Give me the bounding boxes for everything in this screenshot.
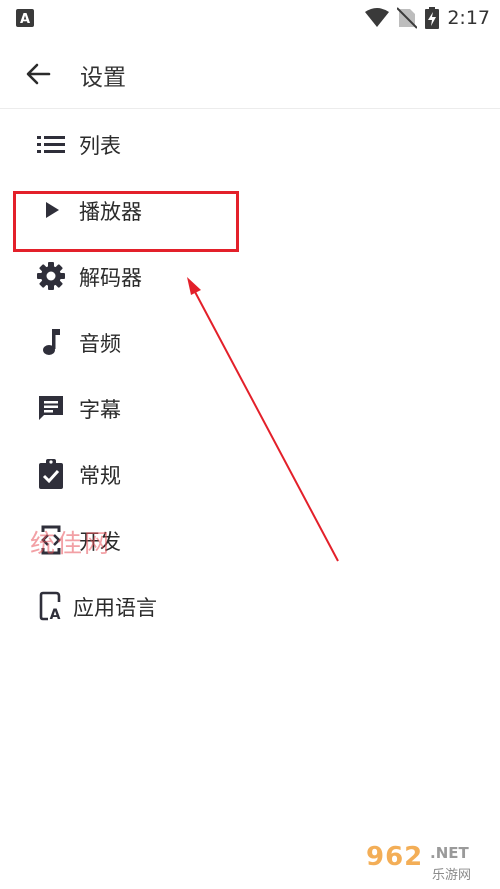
subtitle-icon: [39, 396, 63, 420]
language-icon: A: [39, 591, 61, 622]
arrow-left-icon: [26, 63, 51, 85]
menu-item-label: 列表: [79, 134, 121, 158]
menu-item-decoder[interactable]: 解码器: [0, 244, 500, 310]
clipboard-check-icon: [39, 459, 63, 489]
toolbar: 设置: [0, 36, 500, 109]
menu-item-label: 解码器: [79, 266, 142, 290]
watermark-logo: 962 .NET 乐游网: [360, 842, 492, 884]
back-button[interactable]: [20, 56, 56, 92]
menu-item-label: 应用语言: [73, 596, 157, 620]
menu-item-audio[interactable]: 音频: [0, 310, 500, 376]
svg-text:A: A: [50, 607, 61, 622]
music-note-icon: [43, 329, 60, 355]
page-title: 设置: [80, 65, 126, 91]
watermark-text: 统佳网: [30, 529, 112, 558]
svg-text:A: A: [20, 12, 30, 27]
menu-item-list[interactable]: 列表: [0, 112, 500, 178]
watermark-logo-number: 962: [366, 842, 424, 872]
watermark-logo-net: .NET: [430, 844, 469, 862]
status-bar: A 2:17: [0, 0, 500, 36]
battery-charging-icon: [425, 7, 440, 29]
watermark-logo-sub: 乐游网: [432, 868, 472, 883]
highlight-box: [13, 191, 239, 252]
menu-item-general[interactable]: 常规: [0, 442, 500, 508]
status-time: 2:17: [447, 7, 490, 29]
menu-item-label: 常规: [79, 464, 121, 488]
menu-item-label: 字幕: [79, 398, 121, 422]
menu-item-label: 音频: [79, 332, 121, 356]
list-icon: [37, 136, 65, 153]
menu-item-app-language[interactable]: A 应用语言: [0, 574, 500, 640]
no-sim-icon: [397, 7, 418, 29]
gear-icon: [37, 262, 65, 290]
menu-item-subtitle[interactable]: 字幕: [0, 376, 500, 442]
wifi-icon: [365, 8, 390, 27]
app-notification-icon: A: [16, 9, 34, 27]
